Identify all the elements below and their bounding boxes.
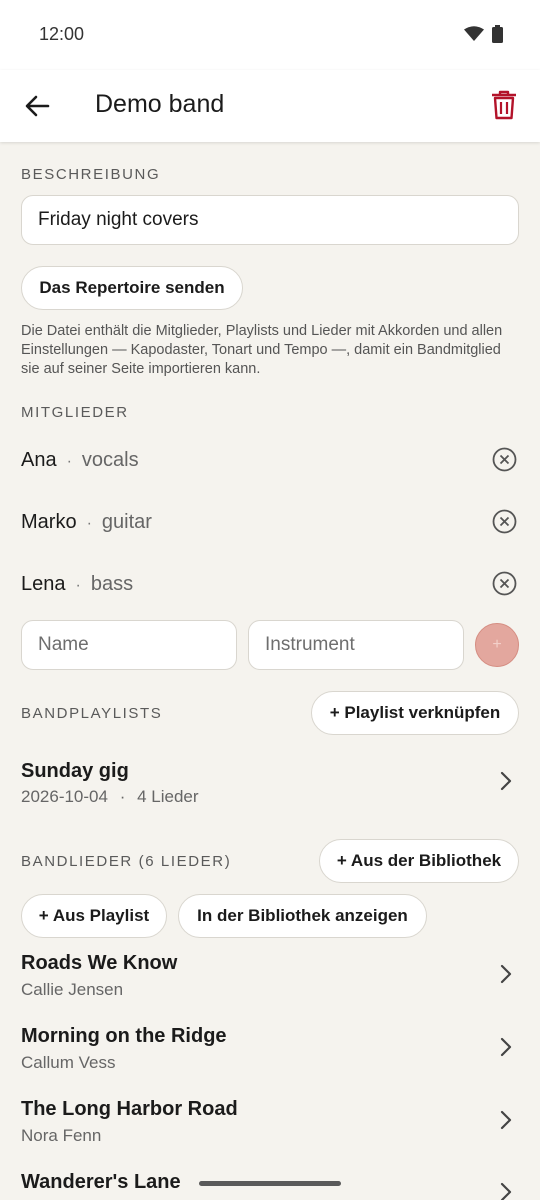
member-separator: · xyxy=(86,515,92,532)
remove-member-icon[interactable] xyxy=(492,571,517,596)
add-from-library-button[interactable]: + Aus der Bibliothek xyxy=(319,839,519,883)
app-bar: Demo band xyxy=(0,70,540,142)
chevron-right-icon[interactable] xyxy=(498,1037,514,1057)
member-instrument: bass xyxy=(90,573,134,595)
member-instrument-input[interactable]: Instrument xyxy=(248,620,464,670)
status-time: 12:00 xyxy=(39,24,85,44)
send-repertoire-button[interactable]: Das Repertoire senden xyxy=(21,266,243,310)
chevron-right-icon[interactable] xyxy=(498,771,514,791)
add-member-button[interactable]: + xyxy=(475,623,519,667)
member-separator: · xyxy=(66,453,72,470)
song-title[interactable]: The Long Harbor Road xyxy=(21,1098,238,1121)
chevron-right-icon[interactable] xyxy=(498,1182,514,1200)
description-help-text: Die Datei enthält die Mitglieder, Playli… xyxy=(21,323,503,377)
battery-icon xyxy=(492,25,503,43)
song-artist: Nora Fenn xyxy=(21,1126,102,1145)
playlists-label: BANDPLAYLISTS xyxy=(21,705,163,722)
back-arrow-icon[interactable] xyxy=(22,91,52,121)
song-artist: Callum Vess xyxy=(21,1053,116,1072)
playlist-date: 2026-10-04 xyxy=(21,787,108,806)
song-title[interactable]: Roads We Know xyxy=(21,952,177,975)
playlist-song-count: 4 Lieder xyxy=(137,787,199,806)
song-title[interactable]: Wanderer's Lane xyxy=(21,1171,181,1194)
playlist-title[interactable]: Sunday gig xyxy=(21,760,129,783)
member-instrument: guitar xyxy=(101,511,152,533)
chevron-right-icon[interactable] xyxy=(498,1110,514,1130)
description-label: BESCHREIBUNG xyxy=(21,166,161,183)
member-separator: · xyxy=(75,577,81,594)
songs-label: BANDLIEDER (6 LIEDER) xyxy=(21,853,232,870)
playlist-meta-separator: · xyxy=(119,787,126,806)
chevron-right-icon[interactable] xyxy=(498,964,514,984)
member-row: Marko · guitar xyxy=(21,511,152,534)
description-value: Friday night covers xyxy=(38,209,199,230)
status-bar: 12:00 xyxy=(0,0,540,70)
wifi-icon xyxy=(464,26,484,41)
member-name: Ana xyxy=(21,449,57,471)
members-label: MITGLIEDER xyxy=(21,404,129,421)
add-from-playlist-button[interactable]: + Aus Playlist xyxy=(21,894,167,938)
home-indicator[interactable] xyxy=(199,1181,341,1186)
member-name: Marko xyxy=(21,511,77,533)
page-title: Demo band xyxy=(95,90,225,118)
member-name: Lena xyxy=(21,573,66,595)
member-row: Ana · vocals xyxy=(21,449,139,472)
member-name-input[interactable]: Name xyxy=(21,620,237,670)
song-title[interactable]: Morning on the Ridge xyxy=(21,1025,227,1048)
trash-icon[interactable] xyxy=(490,89,518,121)
remove-member-icon[interactable] xyxy=(492,447,517,472)
member-instrument: vocals xyxy=(81,449,139,471)
show-in-library-button[interactable]: In der Bibliothek anzeigen xyxy=(178,894,427,938)
link-playlist-button[interactable]: + Playlist verknüpfen xyxy=(311,691,519,735)
description-input[interactable]: Friday night covers xyxy=(21,195,519,245)
song-artist: Callie Jensen xyxy=(21,980,124,999)
remove-member-icon[interactable] xyxy=(492,509,517,534)
member-row: Lena · bass xyxy=(21,573,133,596)
playlist-meta: 2026-10-04 · 4 Lieder xyxy=(21,787,199,807)
